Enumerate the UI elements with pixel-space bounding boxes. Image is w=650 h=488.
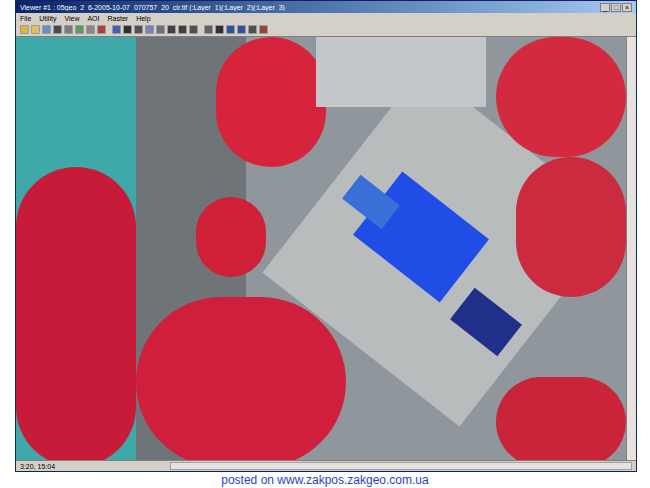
tool-icon[interactable] <box>97 25 106 34</box>
tool-icon[interactable] <box>134 25 143 34</box>
menu-item[interactable]: Help <box>136 15 150 22</box>
tool-icon[interactable] <box>145 25 154 34</box>
menu-item[interactable]: Utility <box>39 15 56 22</box>
window-title: Viewer #1 : 05geo_2_6-2005-10-07_070757_… <box>20 4 600 11</box>
tool-icon[interactable] <box>215 25 224 34</box>
tool-icon[interactable] <box>75 25 84 34</box>
menu-bar: File Utility View AOI Raster Help <box>16 13 636 23</box>
tool-icon[interactable] <box>20 25 29 34</box>
tool-icon[interactable] <box>226 25 235 34</box>
tool-icon[interactable] <box>31 25 40 34</box>
tool-icon[interactable] <box>42 25 51 34</box>
tool-icon[interactable] <box>86 25 95 34</box>
tool-icon[interactable] <box>156 25 165 34</box>
menu-item[interactable]: File <box>20 15 31 22</box>
toolbar <box>16 23 636 37</box>
tool-icon[interactable] <box>167 25 176 34</box>
tool-icon[interactable] <box>53 25 62 34</box>
tool-icon[interactable] <box>259 25 268 34</box>
tool-icon[interactable] <box>64 25 73 34</box>
tool-icon[interactable] <box>204 25 213 34</box>
tool-icon[interactable] <box>189 25 198 34</box>
window-control-button[interactable]: × <box>622 3 632 12</box>
menu-item[interactable]: View <box>64 15 79 22</box>
tool-icon[interactable] <box>237 25 246 34</box>
tool-icon[interactable] <box>112 25 121 34</box>
vertical-scrollbar[interactable] <box>626 37 636 460</box>
horizontal-scrollbar[interactable] <box>170 462 632 470</box>
menu-item[interactable]: AOI <box>87 15 99 22</box>
image-view[interactable] <box>16 37 626 460</box>
tool-icon[interactable] <box>123 25 132 34</box>
tool-icon[interactable] <box>248 25 257 34</box>
caption: posted on www.zakpos.zakgeo.com.ua <box>221 474 428 486</box>
viewer-window: Viewer #1 : 05geo_2_6-2005-10-07_070757_… <box>15 0 637 472</box>
window-control-button[interactable]: _ <box>600 3 610 12</box>
window-control-button[interactable]: □ <box>611 3 621 12</box>
title-bar[interactable]: Viewer #1 : 05geo_2_6-2005-10-07_070757_… <box>16 1 636 13</box>
status-coords: 3:20, 15:04 <box>16 463 166 470</box>
tool-icon[interactable] <box>178 25 187 34</box>
menu-item[interactable]: Raster <box>108 15 129 22</box>
